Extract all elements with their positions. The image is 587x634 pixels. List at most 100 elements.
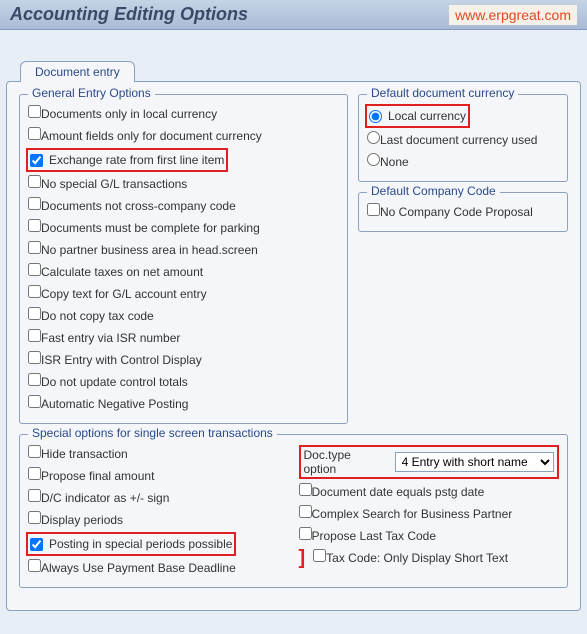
option-label: No special G/L transactions xyxy=(41,177,187,191)
option-row: Local currency xyxy=(367,103,559,129)
group-legend: Default Company Code xyxy=(367,184,500,198)
option-label: Complex Search for Business Partner xyxy=(312,507,513,521)
option-row: Propose final amount xyxy=(28,465,289,487)
option-label: Automatic Negative Posting xyxy=(41,397,188,411)
checkbox[interactable] xyxy=(28,351,41,364)
tab-row: Document entry xyxy=(0,60,587,81)
option-label: Copy text for G/L account entry xyxy=(41,287,207,301)
option-label: Calculate taxes on net amount xyxy=(41,265,203,279)
option-label: Last document currency used xyxy=(380,133,537,147)
checkbox[interactable] xyxy=(28,489,41,502)
option-row: Documents only in local currency xyxy=(28,103,339,125)
option-row: Complex Search for Business Partner xyxy=(299,503,560,525)
option-label: Document date equals pstg date xyxy=(312,485,485,499)
option-label: Display periods xyxy=(41,513,123,527)
checkbox[interactable] xyxy=(28,219,41,232)
group-default-company-code: Default Company Code No Company Code Pro… xyxy=(358,192,568,232)
option-row: Documents not cross-company code xyxy=(28,195,339,217)
option-label: No partner business area in head.screen xyxy=(41,243,258,257)
option-label: ISR Entry with Control Display xyxy=(41,353,202,367)
option-label: Documents not cross-company code xyxy=(41,199,236,213)
option-row: Posting in special periods possible xyxy=(28,531,289,557)
checkbox[interactable] xyxy=(28,373,41,386)
option-row: Hide transaction xyxy=(28,443,289,465)
checkbox[interactable] xyxy=(28,197,41,210)
checkbox[interactable] xyxy=(28,329,41,342)
checkbox[interactable] xyxy=(367,203,380,216)
option-row: ISR Entry with Control Display xyxy=(28,349,339,371)
checkbox[interactable] xyxy=(28,175,41,188)
tab-panel: General Entry Options Documents only in … xyxy=(6,81,581,611)
option-row: Documents must be complete for parking xyxy=(28,217,339,239)
checkbox[interactable] xyxy=(28,285,41,298)
option-row: Exchange rate from first line item xyxy=(28,147,339,173)
option-label: Do not update control totals xyxy=(41,375,188,389)
title-bar: Accounting Editing Options www.erpgreat.… xyxy=(0,0,587,30)
doctype-row: Doc.type option 4 Entry with short name xyxy=(299,443,560,481)
option-row: Do not copy tax code xyxy=(28,305,339,327)
option-row: No partner business area in head.screen xyxy=(28,239,339,261)
option-row: Fast entry via ISR number xyxy=(28,327,339,349)
group-special-options: Special options for single screen transa… xyxy=(19,434,568,588)
checkbox[interactable] xyxy=(28,559,41,572)
option-row: Automatic Negative Posting xyxy=(28,393,339,415)
option-label: No Company Code Proposal xyxy=(380,205,533,219)
option-row: Do not update control totals xyxy=(28,371,339,393)
checkbox[interactable] xyxy=(299,527,312,540)
option-row: Display periods xyxy=(28,509,289,531)
option-label: Tax Code: Only Display Short Text xyxy=(326,551,508,565)
option-label: Exchange rate from first line item xyxy=(49,151,224,169)
option-label: Hide transaction xyxy=(41,447,128,461)
option-label: Documents must be complete for parking xyxy=(41,221,260,235)
checkbox[interactable] xyxy=(30,538,43,551)
checkbox[interactable] xyxy=(28,395,41,408)
option-label: Fast entry via ISR number xyxy=(41,331,180,345)
checkbox[interactable] xyxy=(28,511,41,524)
option-row: No Company Code Proposal xyxy=(367,201,559,223)
option-row: Propose Last Tax Code xyxy=(299,525,560,547)
checkbox[interactable] xyxy=(299,483,312,496)
option-label: Propose final amount xyxy=(41,469,154,483)
option-row: Always Use Payment Base Deadline xyxy=(28,557,289,579)
option-label: Do not copy tax code xyxy=(41,309,154,323)
group-legend: Default document currency xyxy=(367,86,518,100)
option-row: Document date equals pstg date xyxy=(299,481,560,503)
checkbox[interactable] xyxy=(28,105,41,118)
doctype-select[interactable]: 4 Entry with short name xyxy=(395,452,554,472)
option-label: Amount fields only for document currency xyxy=(41,129,262,143)
option-label: Always Use Payment Base Deadline xyxy=(41,561,236,575)
option-row: Last document currency used xyxy=(367,129,559,151)
checkbox[interactable] xyxy=(28,467,41,480)
bracket-icon: ] xyxy=(299,549,308,567)
doctype-label: Doc.type option xyxy=(304,448,387,476)
radio[interactable] xyxy=(367,153,380,166)
option-row: ] Tax Code: Only Display Short Text xyxy=(299,547,560,569)
checkbox[interactable] xyxy=(28,307,41,320)
checkbox[interactable] xyxy=(28,445,41,458)
checkbox[interactable] xyxy=(28,127,41,140)
checkbox[interactable] xyxy=(30,154,43,167)
group-legend: General Entry Options xyxy=(28,86,155,100)
group-default-currency: Default document currency Local currency… xyxy=(358,94,568,182)
option-label: Propose Last Tax Code xyxy=(312,529,437,543)
option-label: Documents only in local currency xyxy=(41,107,217,121)
option-label: None xyxy=(380,155,409,169)
radio[interactable] xyxy=(369,110,382,123)
option-row: No special G/L transactions xyxy=(28,173,339,195)
tab-document-entry[interactable]: Document entry xyxy=(20,61,135,82)
radio[interactable] xyxy=(367,131,380,144)
checkbox[interactable] xyxy=(313,549,326,562)
group-general-entry: General Entry Options Documents only in … xyxy=(19,94,348,424)
group-legend: Special options for single screen transa… xyxy=(28,426,277,440)
option-label: Local currency xyxy=(388,107,466,125)
option-label: Posting in special periods possible xyxy=(49,535,232,553)
checkbox[interactable] xyxy=(299,505,312,518)
checkbox[interactable] xyxy=(28,263,41,276)
checkbox[interactable] xyxy=(28,241,41,254)
option-row: Calculate taxes on net amount xyxy=(28,261,339,283)
option-row: Copy text for G/L account entry xyxy=(28,283,339,305)
page-title: Accounting Editing Options xyxy=(10,4,248,25)
option-row: None xyxy=(367,151,559,173)
option-row: D/C indicator as +/- sign xyxy=(28,487,289,509)
option-label: D/C indicator as +/- sign xyxy=(41,491,169,505)
